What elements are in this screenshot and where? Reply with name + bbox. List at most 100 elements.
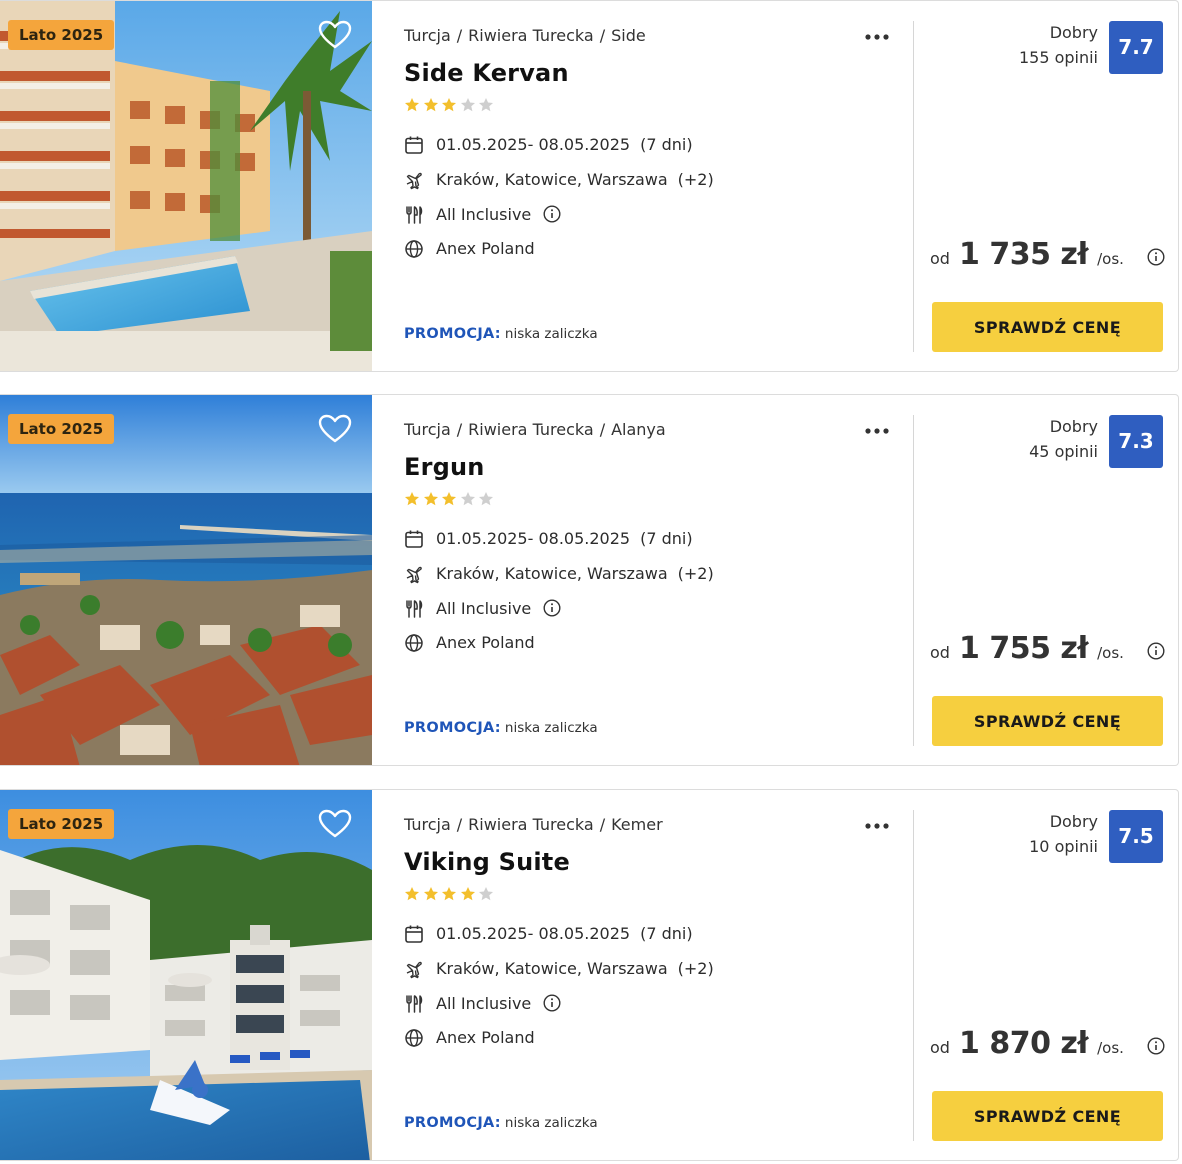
- price-suffix: /os.: [1097, 644, 1124, 662]
- star-icon: [478, 886, 494, 901]
- departures-more[interactable]: (+2): [678, 170, 714, 189]
- breadcrumb-country[interactable]: Turcja: [404, 815, 451, 834]
- rating-score-badge: 7.5: [1109, 810, 1163, 863]
- breadcrumb-region[interactable]: Riwiera Turecka: [468, 26, 594, 45]
- rating-label: Dobry: [1049, 417, 1098, 436]
- promo-label: PROMOCJA:: [404, 720, 501, 736]
- star-icon: [404, 491, 420, 506]
- hotel-photo[interactable]: Lato 2025: [0, 395, 372, 765]
- review-rating[interactable]: Dobry 45 opinii 7.3: [930, 415, 1163, 475]
- review-rating[interactable]: Dobry 10 opinii 7.5: [930, 810, 1163, 870]
- info-icon[interactable]: [1147, 1037, 1165, 1055]
- review-rating[interactable]: Dobry 155 opinii 7.7: [930, 21, 1163, 81]
- hotel-pool-photo: [0, 1, 372, 371]
- hotel-photo[interactable]: Lato 2025: [0, 790, 372, 1160]
- offer-card[interactable]: Lato 2025 Turcja / Riwiera Turecka / Side Si…: [0, 0, 1179, 372]
- divider: [913, 810, 914, 1141]
- season-badge: Lato 2025: [8, 809, 115, 839]
- board-text: All Inclusive: [436, 205, 532, 224]
- info-icon[interactable]: [1147, 248, 1165, 266]
- star-icon: [460, 97, 475, 112]
- breadcrumb: Turcja / Riwiera Turecka / Alanya: [404, 420, 666, 439]
- rating-score-badge: 7.3: [1109, 415, 1163, 468]
- breadcrumb: Turcja / Riwiera Turecka / Kemer: [404, 815, 663, 834]
- promotion: PROMOCJA: niska zaliczka: [404, 720, 598, 736]
- price: od 1 870 zł /os.: [930, 1026, 1165, 1066]
- breadcrumb-region[interactable]: Riwiera Turecka: [468, 815, 594, 834]
- offer-card[interactable]: Lato 2025 Turcja / Riwiera Turecka / Kemer V…: [0, 789, 1179, 1161]
- departures-more[interactable]: (+2): [678, 959, 714, 978]
- heart-icon: [318, 20, 352, 49]
- rating-score-badge: 7.7: [1109, 21, 1163, 74]
- cutlery-icon: [406, 995, 423, 1013]
- info-icon[interactable]: [1147, 642, 1165, 660]
- info-icon[interactable]: [543, 599, 561, 617]
- dates-text: 01.05.2025- 08.05.2025: [436, 924, 631, 943]
- review-count[interactable]: 155 opinii: [1019, 48, 1098, 67]
- calendar-icon: [405, 925, 423, 943]
- breadcrumb: Turcja / Riwiera Turecka / Side: [404, 26, 646, 45]
- rating-label: Dobry: [1049, 23, 1098, 42]
- globe-icon: [405, 634, 423, 652]
- promo-text: niska zaliczka: [504, 326, 598, 342]
- breadcrumb-city[interactable]: Alanya: [611, 420, 666, 439]
- price: od 1 735 zł /os.: [930, 237, 1165, 277]
- price-value: 1 735 zł: [959, 237, 1089, 272]
- star-icon: [441, 491, 457, 506]
- promo-text: niska zaliczka: [504, 1115, 598, 1131]
- globe-icon: [405, 240, 423, 258]
- operator-text: Anex Poland: [436, 633, 535, 652]
- price-prefix: od: [930, 1038, 950, 1057]
- plane-icon: [406, 566, 422, 584]
- favorite-button[interactable]: [318, 19, 352, 51]
- star-icon: [423, 97, 438, 112]
- offer-list: Lato 2025 Turcja / Riwiera Turecka / Side Si…: [0, 0, 1182, 1164]
- star-icon: [423, 886, 438, 901]
- check-price-button[interactable]: SPRAWDŹ CENĘ: [932, 302, 1163, 352]
- price-value: 1 870 zł: [959, 1026, 1089, 1061]
- breadcrumb-country[interactable]: Turcja: [404, 420, 451, 439]
- more-options-button[interactable]: [862, 23, 892, 51]
- star-icon: [460, 886, 475, 901]
- hotel-name[interactable]: Side Kervan: [404, 59, 569, 87]
- breadcrumb-city[interactable]: Kemer: [611, 815, 663, 834]
- star-icon: [478, 97, 494, 112]
- hotel-name[interactable]: Ergun: [404, 453, 485, 481]
- operator-text: Anex Poland: [436, 239, 535, 258]
- favorite-button[interactable]: [318, 413, 352, 445]
- star-rating: [404, 886, 497, 904]
- cutlery-icon: [406, 206, 423, 224]
- info-icon[interactable]: [543, 205, 561, 223]
- more-options-button[interactable]: [862, 812, 892, 840]
- breadcrumb-region[interactable]: Riwiera Turecka: [468, 420, 594, 439]
- duration-text: (7 dni): [640, 135, 693, 154]
- favorite-button[interactable]: [318, 808, 352, 840]
- review-count[interactable]: 10 opinii: [1029, 837, 1098, 856]
- star-rating: [404, 491, 497, 509]
- star-icon: [404, 886, 420, 901]
- promotion: PROMOCJA: niska zaliczka: [404, 326, 598, 342]
- heart-icon: [318, 809, 352, 838]
- board-text: All Inclusive: [436, 599, 532, 618]
- review-count[interactable]: 45 opinii: [1029, 442, 1098, 461]
- info-icon[interactable]: [543, 994, 561, 1012]
- star-icon: [460, 491, 475, 506]
- check-price-button[interactable]: SPRAWDŹ CENĘ: [932, 1091, 1163, 1141]
- dates-text: 01.05.2025- 08.05.2025: [436, 529, 631, 548]
- star-icon: [441, 97, 457, 112]
- divider: [913, 415, 914, 746]
- departures-more[interactable]: (+2): [678, 564, 714, 583]
- more-options-button[interactable]: [862, 417, 892, 445]
- offer-card[interactable]: Lato 2025 Turcja / Riwiera Turecka / Alanya …: [0, 394, 1179, 766]
- hotel-name[interactable]: Viking Suite: [404, 848, 570, 876]
- check-price-button[interactable]: SPRAWDŹ CENĘ: [932, 696, 1163, 746]
- more-icon: [865, 428, 889, 434]
- breadcrumb-country[interactable]: Turcja: [404, 26, 451, 45]
- price-value: 1 755 zł: [959, 631, 1089, 666]
- globe-icon: [405, 1029, 423, 1047]
- breadcrumb-city[interactable]: Side: [611, 26, 646, 45]
- promo-label: PROMOCJA:: [404, 326, 501, 342]
- promo-label: PROMOCJA:: [404, 1115, 501, 1131]
- offer-details: Turcja / Riwiera Turecka / Side Side Kervan …: [404, 1, 904, 371]
- hotel-photo[interactable]: Lato 2025: [0, 1, 372, 371]
